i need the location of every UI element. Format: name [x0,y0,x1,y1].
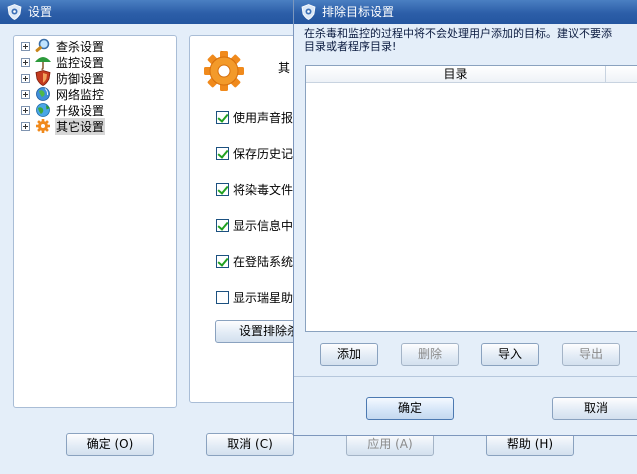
tree-item-monitor-settings[interactable]: 监控设置 [21,54,105,70]
import-button[interactable]: 导入 [481,343,539,366]
tree-item-scan-settings[interactable]: 查杀设置 [21,38,105,54]
apply-button[interactable]: 应用 (A) [346,433,434,456]
expand-icon[interactable] [21,105,30,115]
option-show-assistant[interactable]: 显示瑞星助 [216,289,293,305]
list-header: 目录 [306,66,637,83]
expand-icon[interactable] [21,41,30,51]
help-button[interactable]: 帮助 (H) [486,433,574,456]
checkbox[interactable] [216,182,229,196]
network-globe-icon [36,87,50,101]
settings-tree: 查杀设置 监控设置 防御设置 网络监控 升级设置 其它设置 [13,35,177,408]
tree-label: 防御设置 [56,71,105,86]
expand-icon[interactable] [21,89,30,99]
checkbox[interactable] [216,110,229,124]
option-label: 显示瑞星助 [233,290,294,305]
expand-icon[interactable] [21,121,30,131]
ok-button[interactable]: 确定 (O) [66,433,154,456]
option-label: 使用声音报 [233,110,294,125]
option-infected-files[interactable]: 将染毒文件 [216,181,293,197]
option-label: 显示信息中 [233,218,294,233]
dialog-cancel-button[interactable]: 取消 [552,397,637,420]
tree-label: 监控设置 [56,55,105,70]
tree-item-other-settings[interactable]: 其它设置 [21,117,106,135]
settings-title: 设置 [28,5,53,19]
description-line: 目录或者程序目录! [304,40,397,53]
dialog-separator [294,376,637,377]
checkbox[interactable] [216,218,229,232]
tree-label: 其它设置 [55,117,106,135]
shield-icon [35,70,51,86]
exclusion-description: 在杀毒和监控的过程中将不会处理用户添加的目标。建议不要添 目录或者程序目录! [304,27,637,57]
option-on-login[interactable]: 在登陆系统 [216,253,293,269]
dialog-ok-button[interactable]: 确定 [366,397,454,420]
tree-item-update-settings[interactable]: 升级设置 [21,102,105,118]
checkbox[interactable] [216,290,229,304]
delete-button[interactable]: 删除 [401,343,459,366]
checkbox[interactable] [216,146,229,160]
checkbox[interactable] [216,254,229,268]
tree-item-network-monitor[interactable]: 网络监控 [21,86,105,102]
option-label: 保存历史记 [233,146,294,161]
add-button[interactable]: 添加 [320,343,378,366]
tree-label: 网络监控 [56,87,105,102]
section-title: 其 [278,61,291,75]
rising-shield-icon [7,4,22,20]
expand-icon[interactable] [21,57,30,67]
option-save-history[interactable]: 保存历史记 [216,145,293,161]
exclusion-title: 排除目标设置 [322,5,395,19]
tree-item-defense-settings[interactable]: 防御设置 [21,70,105,86]
exclusion-list[interactable]: 目录 [305,65,637,332]
gear-icon [36,119,50,133]
magnifier-icon [35,38,50,53]
option-label: 在登陆系统 [233,254,294,269]
tree-label: 升级设置 [56,103,105,118]
option-label: 将染毒文件 [233,182,294,197]
exclusion-dialog: 排除目标设置 在杀毒和监控的过程中将不会处理用户添加的目标。建议不要添 目录或者… [293,0,637,436]
umbrella-icon [35,57,51,70]
rising-shield-icon [301,4,316,20]
option-show-info-center[interactable]: 显示信息中 [216,217,293,233]
export-button[interactable]: 导出 [562,343,620,366]
exclusion-titlebar[interactable]: 排除目标设置 [294,0,637,24]
tree-label: 查杀设置 [56,39,105,54]
cancel-button[interactable]: 取消 (C) [206,433,294,456]
option-sound-alarm[interactable]: 使用声音报 [216,109,293,125]
gear-icon [204,51,244,91]
update-globe-icon [36,103,50,117]
description-line: 在杀毒和监控的过程中将不会处理用户添加的目标。建议不要添 [304,27,612,40]
column-header-directory[interactable]: 目录 [306,66,606,82]
expand-icon[interactable] [21,73,30,83]
